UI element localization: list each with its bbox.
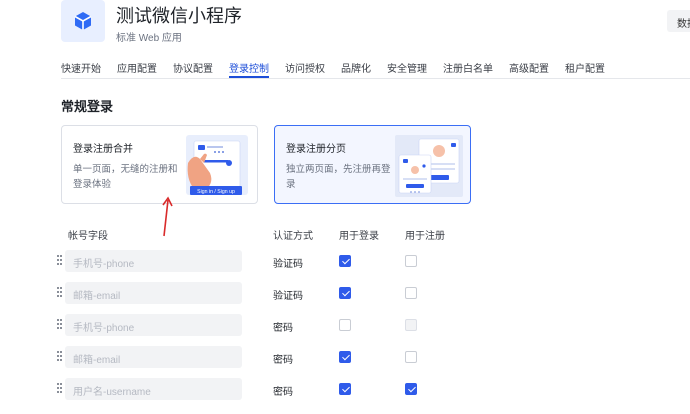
register-checkbox[interactable] [405, 319, 417, 331]
tab-login-control[interactable]: 登录控制 [229, 60, 269, 78]
tab-branding[interactable]: 品牌化 [341, 60, 371, 78]
login-register-separate-card[interactable]: 登录注册分页 独立两页面，先注册再登录 [274, 125, 471, 204]
tab-security[interactable]: 安全管理 [387, 60, 427, 78]
auth-method: 密码 [273, 323, 293, 334]
account-field: 邮箱-email [65, 282, 242, 304]
login-checkbox[interactable] [339, 255, 351, 267]
drag-handle-icon[interactable] [57, 319, 63, 331]
cube-icon [74, 12, 92, 30]
merged-login-illustration: Sign in / Sign up [186, 135, 248, 195]
drag-handle-icon[interactable] [57, 287, 63, 299]
register-checkbox[interactable] [405, 287, 417, 299]
app-title: 测试微信小程序 [116, 6, 242, 26]
tab-register-whitelist[interactable]: 注册白名单 [443, 60, 493, 78]
table-row: 手机号-phone 验证码 [57, 250, 477, 272]
app-subtitle: 标准 Web 应用 [116, 33, 182, 44]
top-right-button[interactable]: 数据 [667, 10, 690, 32]
tab-tenant-config[interactable]: 租户配置 [565, 60, 605, 78]
tab-access-auth[interactable]: 访问授权 [285, 60, 325, 78]
table-row: 邮箱-email 验证码 [57, 282, 477, 304]
login-register-merged-card[interactable]: 登录注册合并 单一页面，无缝的注册和登录体验 Sign in / Sign up [61, 125, 258, 204]
auth-method: 密码 [273, 387, 293, 398]
red-arrow-annotation [162, 196, 173, 237]
auth-method: 验证码 [273, 259, 303, 270]
register-checkbox[interactable] [405, 351, 417, 363]
header-account-field: 帐号字段 [68, 231, 108, 242]
account-field: 用户名-username [65, 378, 242, 400]
card-description: 单一页面，无缝的注册和登录体验 [73, 164, 178, 190]
register-checkbox[interactable] [405, 255, 417, 267]
register-checkbox[interactable] [405, 383, 417, 395]
drag-handle-icon[interactable] [57, 255, 63, 267]
card-title: 登录注册合并 [73, 144, 133, 155]
card-description: 独立两页面，先注册再登录 [286, 164, 391, 190]
header-for-register: 用于注册 [405, 231, 445, 242]
tab-protocol-config[interactable]: 协议配置 [173, 60, 213, 78]
tab-quick-start[interactable]: 快速开始 [61, 60, 101, 78]
table-row: 手机号-phone 密码 [57, 314, 477, 336]
header-for-login: 用于登录 [339, 231, 379, 242]
account-field: 手机号-phone [65, 250, 242, 272]
drag-handle-icon[interactable] [57, 351, 63, 363]
table-row: 邮箱-email 密码 [57, 346, 477, 368]
tab-app-config[interactable]: 应用配置 [117, 60, 157, 78]
auth-method: 验证码 [273, 291, 303, 302]
tab-divider [61, 78, 690, 79]
login-checkbox[interactable] [339, 319, 351, 331]
account-field: 邮箱-email [65, 346, 242, 368]
card-title: 登录注册分页 [286, 144, 346, 155]
separate-login-illustration [395, 135, 463, 197]
auth-method: 密码 [273, 355, 293, 366]
tab-bar: 快速开始 应用配置 协议配置 登录控制 访问授权 品牌化 安全管理 注册白名单 … [61, 60, 621, 78]
header-auth-method: 认证方式 [273, 231, 313, 242]
login-checkbox[interactable] [339, 383, 351, 395]
tab-advanced-config[interactable]: 高级配置 [509, 60, 549, 78]
drag-handle-icon[interactable] [57, 383, 63, 395]
section-title: 常规登录 [61, 99, 114, 114]
account-field: 手机号-phone [65, 314, 242, 336]
login-checkbox[interactable] [339, 351, 351, 363]
login-checkbox[interactable] [339, 287, 351, 299]
table-row: 用户名-username 密码 [57, 378, 477, 400]
sign-in-button-text: Sign in / Sign up [197, 189, 235, 195]
app-icon [61, 0, 105, 42]
